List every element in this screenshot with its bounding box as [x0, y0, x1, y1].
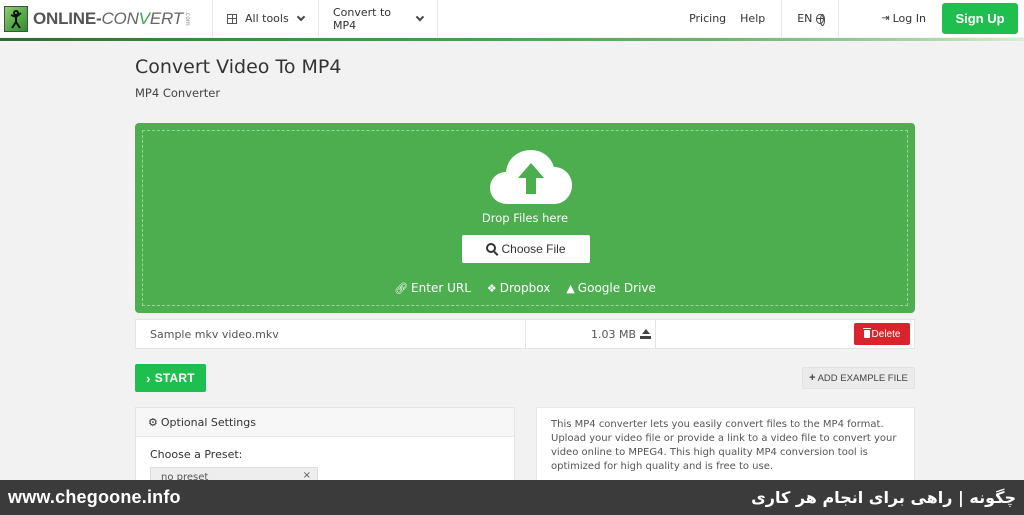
help-link[interactable]: Help: [740, 12, 765, 25]
converter-description: This MP4 converter lets you easily conve…: [536, 407, 915, 487]
pricing-link[interactable]: Pricing: [689, 12, 726, 25]
page-subtitle: MP4 Converter: [135, 86, 221, 100]
grid-icon: [227, 13, 237, 24]
top-nav: ONLINE-CONVERT .com All tools Convert to…: [0, 0, 1024, 37]
start-button[interactable]: › START: [135, 364, 206, 392]
file-dropzone[interactable]: Drop Files here Choose File 🔗︎ Enter URL …: [135, 123, 915, 313]
trash-icon: [862, 328, 871, 338]
upload-icon: [640, 329, 651, 339]
convert-to-mp4-menu[interactable]: Convert to MP4: [318, 0, 438, 37]
logo-text: ONLINE-CONVERT: [33, 8, 183, 28]
nav-right: Pricing Help EN ⇥ Log In Sign Up: [689, 0, 1024, 37]
google-drive-link[interactable]: ▲ Google Drive: [566, 281, 656, 295]
preset-label: Choose a Preset:: [150, 448, 243, 461]
gear-icon: ⚙: [148, 415, 158, 429]
chevron-down-icon: [296, 12, 305, 21]
file-size: 1.03 MB: [590, 327, 636, 341]
enter-url-link[interactable]: 🔗︎ Enter URL: [394, 281, 471, 295]
optional-settings-title: Optional Settings: [160, 415, 256, 429]
sign-in-icon: ⇥: [881, 13, 890, 24]
optional-settings-panel: ⚙ Optional Settings Choose a Preset: no …: [135, 407, 515, 487]
file-size-cell: 1.03 MB: [526, 320, 656, 348]
optional-settings-header[interactable]: ⚙ Optional Settings: [136, 408, 514, 437]
all-tools-label: All tools: [245, 12, 289, 25]
drop-files-text: Drop Files here: [481, 211, 569, 225]
file-list-row: Sample mkv video.mkv 1.03 MB Delete: [135, 319, 915, 349]
dropbox-icon: ❖: [486, 282, 497, 295]
link-icon: 🔗︎: [394, 282, 409, 295]
header-accent-fill: [0, 38, 1024, 41]
add-example-label: ADD EXAMPLE FILE: [817, 372, 908, 384]
language-label: EN: [797, 12, 813, 25]
delete-file-button[interactable]: Delete: [854, 323, 910, 345]
signup-button[interactable]: Sign Up: [942, 3, 1018, 34]
header-accent-stripe: [0, 37, 1024, 42]
watermark-tagline: چگونه | راهی برای انجام هر کاری: [751, 488, 1016, 507]
watermark-url: www.chegoone.info: [8, 487, 181, 507]
language-selector[interactable]: EN: [781, 0, 840, 37]
file-actions: Delete: [656, 323, 914, 345]
convert-menu-label: Convert to MP4: [333, 5, 392, 32]
chevron-down-icon: [416, 12, 425, 21]
site-logo[interactable]: ONLINE-CONVERT .com: [0, 0, 212, 37]
cloud-upload-icon: [490, 150, 572, 204]
logo-icon: [4, 5, 28, 32]
watermark-bar: www.chegoone.info چگونه | راهی برای انجا…: [0, 480, 1024, 515]
choose-file-label: Choose File: [501, 242, 566, 256]
plus-icon: +: [809, 372, 816, 384]
login-link[interactable]: ⇥ Log In: [881, 12, 926, 25]
chevron-right-icon: ›: [146, 370, 151, 386]
page-title: Convert Video To MP4: [135, 56, 342, 78]
enter-url-label: Enter URL: [411, 281, 471, 295]
file-name: Sample mkv video.mkv: [136, 320, 526, 348]
globe-icon: [816, 13, 825, 26]
start-label: START: [154, 371, 195, 385]
google-drive-label: Google Drive: [577, 281, 656, 295]
logo-com: .com: [183, 11, 191, 26]
dropbox-link[interactable]: ❖ Dropbox: [487, 281, 550, 295]
upload-sources: 🔗︎ Enter URL ❖ Dropbox ▲ Google Drive: [143, 281, 907, 295]
all-tools-menu[interactable]: All tools: [212, 0, 318, 37]
login-label: Log In: [892, 12, 926, 25]
dropzone-border: Drop Files here Choose File 🔗︎ Enter URL …: [142, 130, 908, 306]
google-drive-icon: ▲: [566, 282, 575, 295]
search-icon: [486, 243, 497, 253]
dropbox-label: Dropbox: [499, 281, 551, 295]
delete-label: Delete: [871, 328, 901, 340]
add-example-file-button[interactable]: + ADD EXAMPLE FILE: [802, 367, 915, 389]
choose-file-button[interactable]: Choose File: [462, 235, 590, 263]
